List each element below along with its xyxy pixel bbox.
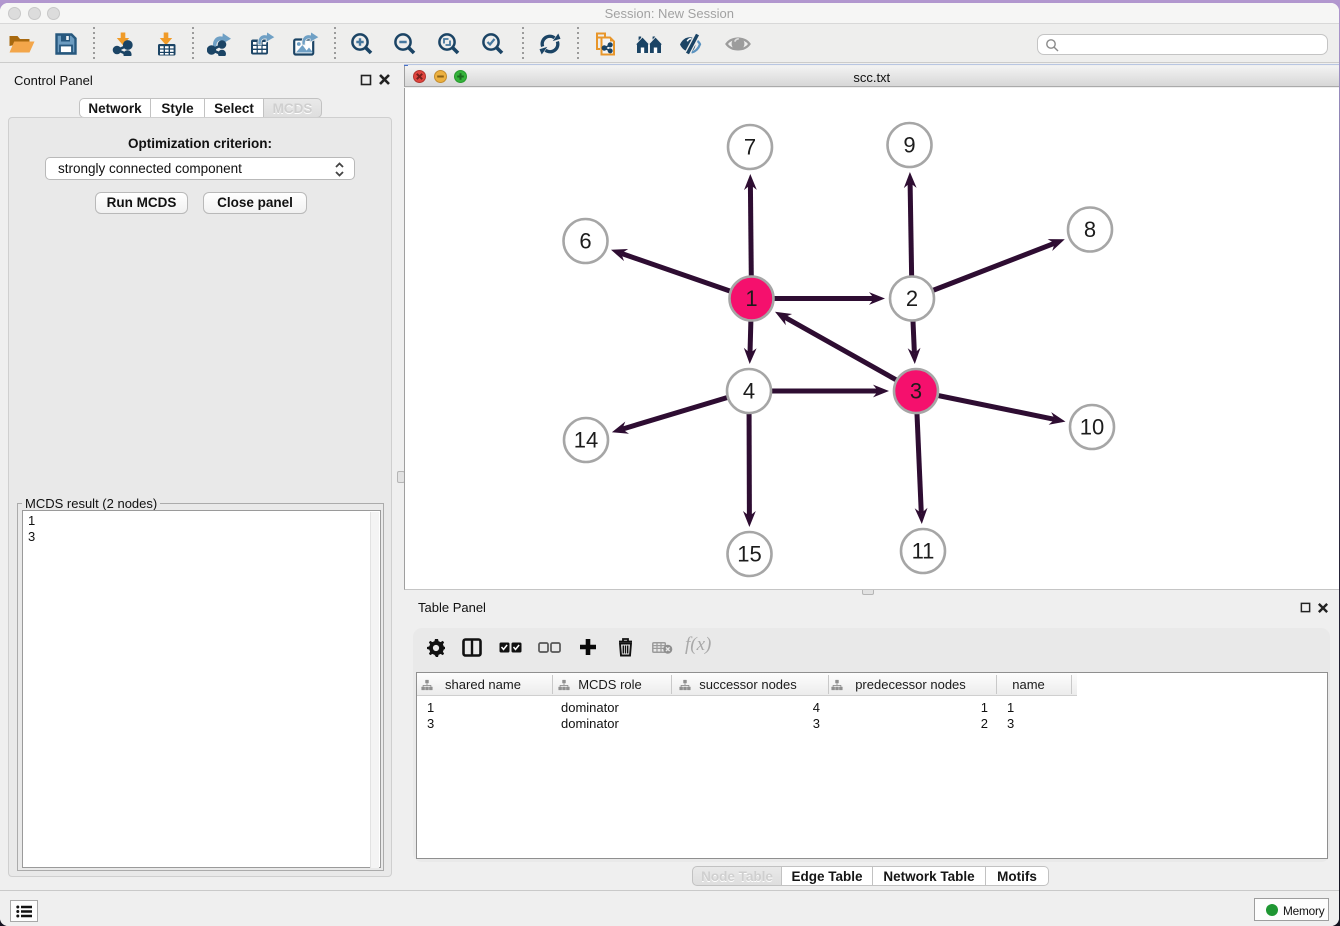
svg-text:15: 15 [737,542,761,567]
svg-text:7: 7 [744,135,756,160]
svg-text:8: 8 [1084,217,1096,242]
svg-text:11: 11 [912,539,935,564]
svg-text:1: 1 [745,286,757,311]
svg-text:10: 10 [1080,415,1104,440]
svg-text:2: 2 [906,286,918,311]
svg-text:9: 9 [903,133,915,158]
svg-text:3: 3 [910,379,922,404]
svg-text:14: 14 [574,428,598,453]
svg-text:4: 4 [743,379,755,404]
svg-text:6: 6 [579,229,591,254]
